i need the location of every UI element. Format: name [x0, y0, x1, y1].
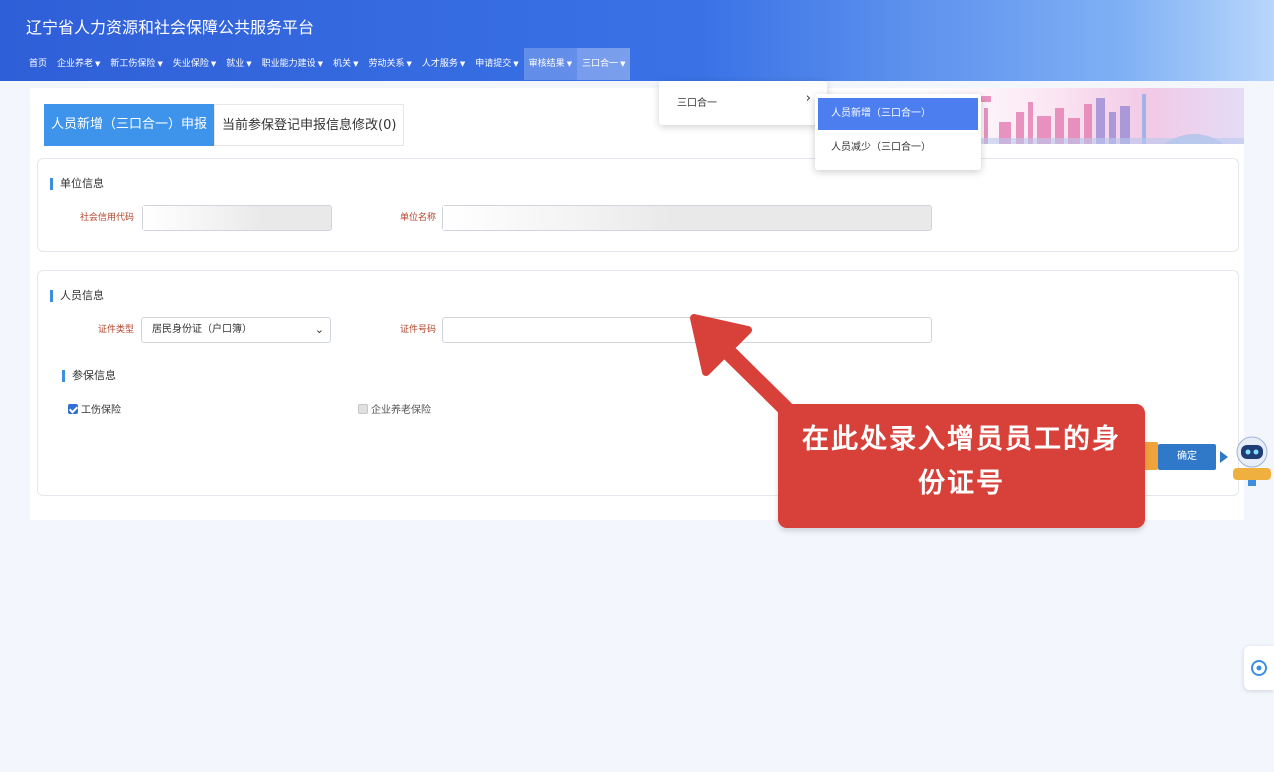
annotation-text: 在此处录入增员员工的身份证号: [802, 424, 1121, 499]
three-in-one-dropdown: 三口合一 ›: [659, 81, 827, 125]
nav-work-injury[interactable]: 新工伤保险 ▼: [105, 48, 167, 80]
nav-three-in-one[interactable]: 三口合一 ▼: [577, 48, 631, 80]
id-number-label: 证件号码: [399, 325, 436, 335]
main-nav: 首页 企业养老 ▼ 新工伤保险 ▼ 失业保险 ▼ 就业 ▼ 职业能力建设 ▼ 机关 ▼ 劳动…: [24, 48, 631, 80]
nav-unemployment[interactable]: 失业保险 ▼: [168, 48, 221, 80]
tab-modify-registration[interactable]: 当前参保登记申报信息修改(0): [214, 104, 405, 146]
dropdown-item-three-in-one[interactable]: 三口合一: [677, 94, 717, 109]
play-triangle-icon: [1220, 451, 1228, 463]
site-title: 辽宁省人力资源和社会保障公共服务平台: [26, 18, 315, 37]
three-in-one-submenu: 人员新增（三口合一） 人员减少（三口合一）: [815, 94, 981, 170]
pension-checkbox[interactable]: 企业养老保险: [358, 401, 431, 416]
id-number-input[interactable]: [442, 317, 932, 343]
floating-side-button[interactable]: [1244, 646, 1274, 690]
nav-labor-relations[interactable]: 劳动关系 ▼: [363, 48, 416, 80]
nav-application-submit[interactable]: 申请提交 ▼: [470, 48, 523, 80]
checked-icon: [68, 403, 78, 414]
unit-name-field: [442, 205, 932, 231]
id-type-select[interactable]: 居民身份证（户口簿） ⌄: [141, 317, 331, 343]
nav-review-results[interactable]: 审核结果 ▼: [523, 48, 578, 80]
tabs: 人员新增（三口合一）申报 当前参保登记申报信息修改(0): [44, 104, 405, 146]
id-type-label: 证件类型: [97, 325, 134, 335]
unit-info-card: 单位信息 社会信用代码 单位名称: [37, 158, 1239, 252]
credit-code-field: [142, 205, 332, 231]
top-header: 辽宁省人力资源和社会保障公共服务平台 首页 企业养老 ▼ 新工伤保险 ▼ 失业保险 ▼…: [0, 0, 1274, 81]
nav-employment[interactable]: 就业 ▼: [221, 48, 256, 80]
tab-add-person[interactable]: 人员新增（三口合一）申报: [44, 104, 215, 146]
assistant-icon: [1251, 660, 1267, 676]
person-info-title: 人员信息: [50, 290, 104, 302]
nav-talent-service[interactable]: 人才服务 ▼: [417, 48, 470, 80]
annotation-callout: 在此处录入增员员工的身份证号: [778, 404, 1145, 528]
unchecked-icon: [358, 403, 368, 414]
nav-government[interactable]: 机关 ▼: [328, 48, 363, 80]
submenu-item-add-person[interactable]: 人员新增（三口合一）: [818, 98, 978, 130]
robot-assistant-icon[interactable]: [1230, 432, 1274, 488]
nav-home[interactable]: 首页: [24, 48, 52, 80]
chevron-right-icon: ›: [805, 91, 811, 106]
nav-vocational-skills[interactable]: 职业能力建设 ▼: [257, 48, 328, 80]
confirm-button[interactable]: 确定: [1158, 444, 1216, 470]
insurance-info-title: 参保信息: [62, 370, 116, 382]
work-injury-checkbox[interactable]: 工伤保险: [68, 401, 121, 416]
unit-name-label: 单位名称: [399, 213, 436, 223]
unit-info-title: 单位信息: [50, 178, 104, 190]
nav-enterprise-pension[interactable]: 企业养老 ▼: [52, 48, 105, 80]
chevron-down-icon: ⌄: [314, 323, 324, 336]
credit-code-label: 社会信用代码: [79, 213, 134, 223]
submenu-item-remove-person[interactable]: 人员减少（三口合一）: [818, 132, 978, 164]
